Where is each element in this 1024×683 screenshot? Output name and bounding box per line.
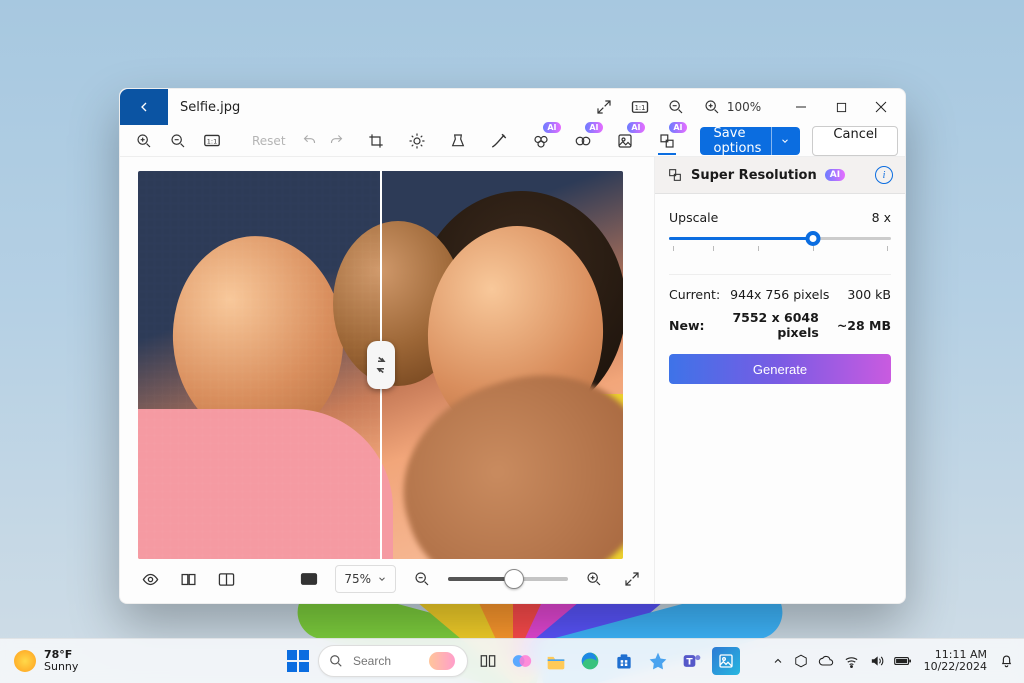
compare-icon[interactable] <box>176 567 200 591</box>
search-input[interactable] <box>351 653 421 669</box>
comparison-image[interactable] <box>138 171 623 559</box>
store-icon[interactable] <box>610 647 638 675</box>
screen-fit-icon[interactable] <box>297 567 321 591</box>
current-dims: 944x 756 pixels <box>720 287 829 302</box>
close-button[interactable] <box>861 91 901 123</box>
task-view-icon[interactable] <box>474 647 502 675</box>
new-label: New: <box>669 318 705 333</box>
search-highlight-icon <box>429 652 455 670</box>
zoom-label: 100% <box>733 96 755 118</box>
start-button[interactable] <box>284 647 312 675</box>
panel-icon <box>667 167 683 183</box>
zoom-out-icon[interactable] <box>665 96 687 118</box>
photos-edit-window: Selfie.jpg 1:1 100% 1:1 Re <box>119 88 906 604</box>
adjust-icon[interactable] <box>408 129 426 153</box>
split-icon[interactable] <box>214 567 238 591</box>
minimize-button[interactable] <box>781 91 821 123</box>
fullscreen-icon[interactable] <box>620 567 644 591</box>
weather-widget[interactable]: 78°F Sunny <box>14 649 78 672</box>
explorer-icon[interactable] <box>542 647 570 675</box>
footer-zoom-out-icon[interactable] <box>410 567 434 591</box>
markup-icon[interactable] <box>490 129 508 153</box>
battery-icon[interactable] <box>894 655 912 667</box>
fit-tool[interactable]: 1:1 <box>200 129 224 153</box>
footer-zoom-in-icon[interactable] <box>582 567 606 591</box>
upscale-slider[interactable] <box>669 237 891 252</box>
cancel-button[interactable]: Cancel <box>812 126 898 156</box>
generate-button[interactable]: Generate <box>669 354 891 384</box>
zoom-selector[interactable]: 75% <box>335 565 396 593</box>
viewer-footer: 75% <box>138 559 644 599</box>
comparison-handle[interactable] <box>367 341 395 389</box>
titlebar: Selfie.jpg 1:1 100% <box>120 89 905 125</box>
clock[interactable]: 11:11 AM 10/22/2024 <box>924 649 987 673</box>
new-size: ~28 MB <box>837 318 891 333</box>
onedrive-icon[interactable] <box>818 655 834 667</box>
edge-icon[interactable] <box>576 647 604 675</box>
info-icon[interactable]: i <box>875 166 893 184</box>
wifi-icon[interactable] <box>844 655 859 668</box>
redo-icon[interactable] <box>329 129 344 153</box>
zoom-out-tool[interactable] <box>166 129 190 153</box>
visibility-icon[interactable] <box>138 567 162 591</box>
zoom-in-icon[interactable] <box>701 96 723 118</box>
zoom-in-tool[interactable] <box>132 129 156 153</box>
system-tray: 11:11 AM 10/22/2024 <box>772 649 1014 673</box>
blur-bg-icon[interactable]: AI <box>574 129 592 153</box>
undo-icon[interactable] <box>302 129 317 153</box>
desktop: Selfie.jpg 1:1 100% 1:1 Re <box>0 0 1024 683</box>
image-viewer: 75% <box>120 157 654 603</box>
filter-icon[interactable] <box>450 129 466 153</box>
taskbar-search[interactable] <box>318 645 468 677</box>
filename-label: Selfie.jpg <box>180 100 240 115</box>
chevron-down-icon[interactable] <box>771 127 790 155</box>
teams-icon[interactable]: T <box>678 647 706 675</box>
svg-text:T: T <box>686 656 693 667</box>
super-resolution-panel: Super Resolution AI i Upscale 8 x <box>654 157 905 603</box>
taskbar: 78°F Sunny T <box>0 638 1024 683</box>
upscale-label: Upscale <box>669 210 718 225</box>
maximize-button[interactable] <box>821 91 861 123</box>
volume-icon[interactable] <box>869 654 884 668</box>
app-icon-1[interactable] <box>644 647 672 675</box>
new-dims: 7552 x 6048 pixels <box>705 310 819 340</box>
tray-chevron-icon[interactable] <box>772 655 784 667</box>
upscale-value: 8 x <box>872 210 891 225</box>
copilot-icon[interactable] <box>508 647 536 675</box>
super-res-icon[interactable]: AI <box>658 129 676 155</box>
zoom-slider[interactable] <box>448 577 568 581</box>
back-button[interactable] <box>120 89 168 125</box>
expand-icon[interactable] <box>593 96 615 118</box>
erase-icon[interactable]: AI <box>532 129 550 153</box>
crop-icon[interactable] <box>368 129 384 153</box>
panel-title: Super Resolution <box>691 168 817 183</box>
remove-bg-icon[interactable]: AI <box>616 129 634 153</box>
svg-text:1:1: 1:1 <box>635 104 646 112</box>
current-label: Current: <box>669 287 720 302</box>
edit-toolbar: 1:1 Reset AI AI AI AI Save options <box>120 125 905 157</box>
svg-text:1:1: 1:1 <box>207 137 217 145</box>
current-size: 300 kB <box>847 287 891 302</box>
fit-icon[interactable]: 1:1 <box>629 96 651 118</box>
photos-app-icon[interactable] <box>712 647 740 675</box>
reset-button[interactable]: Reset <box>248 132 290 150</box>
notifications-icon[interactable] <box>999 653 1014 669</box>
save-options-button[interactable]: Save options <box>700 127 801 155</box>
ai-badge: AI <box>825 169 845 181</box>
tray-app-icon[interactable] <box>794 654 808 668</box>
sun-icon <box>14 650 36 672</box>
